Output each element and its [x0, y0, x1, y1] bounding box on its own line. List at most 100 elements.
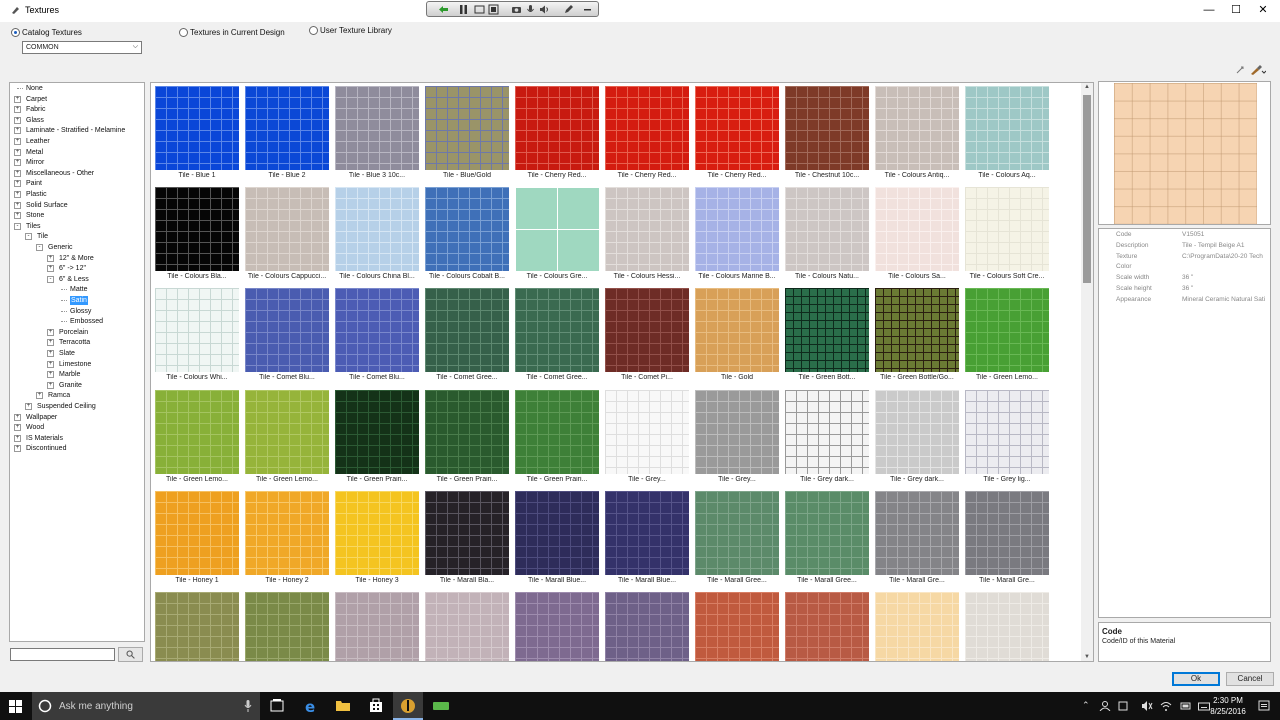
cancel-button[interactable]: Cancel — [1226, 672, 1274, 686]
camera-icon[interactable] — [511, 4, 522, 15]
tree-item[interactable]: Porcelain — [59, 328, 88, 337]
texture-swatch[interactable] — [785, 490, 869, 575]
texture-swatch[interactable] — [155, 592, 239, 661]
tree-item[interactable]: Ramca — [48, 391, 70, 400]
tree-item[interactable]: None — [26, 84, 43, 93]
collapse-minus-icon[interactable]: - — [36, 244, 43, 251]
scroll-up-icon[interactable]: ▲ — [1083, 84, 1091, 90]
expand-plus-icon[interactable]: + — [47, 360, 54, 368]
tree-item[interactable]: 6" -> 12" — [59, 264, 86, 273]
onedrive-icon[interactable] — [1118, 701, 1128, 711]
tree-item[interactable]: Embossed — [70, 317, 103, 326]
texture-swatch[interactable] — [245, 592, 329, 661]
microphone-icon[interactable] — [525, 4, 536, 15]
texture-swatch[interactable] — [425, 187, 509, 272]
texture-tile[interactable]: Tile - Comet Gree... — [422, 286, 510, 386]
texture-tile[interactable]: Tile - Colours Aq... — [962, 84, 1050, 184]
texture-tile[interactable]: Tile - Green Prairi... — [512, 388, 600, 488]
texture-swatch[interactable] — [785, 592, 869, 661]
texture-swatch[interactable] — [605, 389, 689, 474]
texture-swatch[interactable] — [515, 187, 599, 272]
texture-tile[interactable]: Tile - Colours Hessi... — [602, 185, 690, 285]
texture-swatch[interactable] — [155, 288, 239, 373]
texture-tile[interactable]: Tile - Green Lemo... — [152, 388, 240, 488]
texture-swatch[interactable] — [335, 86, 419, 170]
speaker-icon[interactable] — [539, 4, 550, 15]
texture-swatch[interactable] — [965, 490, 1049, 575]
texture-tile[interactable]: Tile - Colours Sa... — [872, 185, 960, 285]
texture-tile[interactable]: Tile - Colours Cappucci... — [242, 185, 330, 285]
search-button[interactable] — [118, 647, 143, 662]
recorder-app-icon[interactable] — [426, 692, 456, 720]
pen-icon[interactable] — [563, 4, 574, 15]
texture-tile[interactable]: Tile - Green Bott... — [782, 286, 870, 386]
store-icon[interactable] — [361, 692, 391, 720]
expand-plus-icon[interactable]: + — [25, 403, 32, 410]
wifi-icon[interactable] — [1160, 701, 1172, 711]
texture-tile[interactable] — [152, 590, 240, 661]
tree-item[interactable]: Paint — [26, 179, 42, 188]
texture-swatch[interactable] — [245, 187, 329, 272]
expand-plus-icon[interactable]: + — [14, 127, 21, 135]
expand-plus-icon[interactable]: + — [47, 371, 54, 379]
property-row[interactable]: Appearance Mineral Ceramic Natural Sati — [1099, 295, 1270, 306]
expand-plus-icon[interactable]: + — [14, 413, 21, 421]
property-row[interactable]: Description Tile - Tempil Beige A1 — [1099, 241, 1270, 252]
texture-swatch[interactable] — [965, 592, 1049, 661]
tray-overflow-icon[interactable]: ⌃ — [1082, 700, 1090, 711]
texture-tile[interactable] — [242, 590, 330, 661]
expand-plus-icon[interactable]: + — [14, 169, 21, 177]
texture-tile[interactable]: Tile - Grey dark... — [872, 388, 960, 488]
expand-plus-icon[interactable]: + — [14, 191, 21, 198]
tree-item[interactable]: Marble — [59, 370, 80, 379]
texture-swatch[interactable] — [515, 389, 599, 474]
tree-item[interactable]: Granite — [59, 381, 82, 390]
texture-swatch[interactable] — [515, 86, 599, 170]
texture-swatch[interactable] — [965, 288, 1049, 373]
ok-button[interactable]: Ok — [1172, 672, 1220, 686]
microphone-icon[interactable] — [244, 700, 252, 712]
back-arrow-icon[interactable] — [438, 4, 449, 15]
texture-swatch[interactable] — [605, 187, 689, 272]
region-icon[interactable] — [488, 4, 499, 15]
texture-swatch[interactable] — [245, 490, 329, 575]
tree-item[interactable]: Glass — [26, 116, 44, 125]
expand-plus-icon[interactable]: + — [47, 328, 54, 336]
expand-plus-icon[interactable]: + — [14, 424, 21, 432]
texture-swatch[interactable] — [605, 288, 689, 373]
texture-swatch[interactable] — [425, 592, 509, 661]
texture-swatch[interactable] — [605, 490, 689, 575]
expand-plus-icon[interactable]: + — [14, 445, 21, 453]
texture-swatch[interactable] — [875, 86, 959, 170]
texture-tile[interactable] — [962, 590, 1050, 661]
texture-tile[interactable] — [692, 590, 780, 661]
texture-swatch[interactable] — [875, 592, 959, 661]
tree-item[interactable]: Tiles — [26, 222, 41, 231]
texture-tile[interactable]: Tile - Marall Bla... — [422, 489, 510, 589]
tree-item[interactable]: Terracotta — [59, 338, 90, 347]
texture-tile[interactable] — [602, 590, 690, 661]
tree-item[interactable]: Discontinued — [26, 444, 66, 453]
expand-plus-icon[interactable]: + — [47, 254, 54, 262]
property-row[interactable]: Code V15051 — [1099, 230, 1270, 241]
texture-tile[interactable]: Tile - Colours Whi... — [152, 286, 240, 386]
tree-item[interactable]: Wood — [26, 423, 44, 432]
texture-tile[interactable]: Tile - Blue/Gold — [422, 84, 510, 184]
tree-item[interactable]: Solid Surface — [26, 201, 68, 210]
texture-swatch[interactable] — [155, 490, 239, 575]
texture-swatch[interactable] — [785, 86, 869, 170]
texture-swatch[interactable] — [785, 187, 869, 272]
texture-swatch[interactable] — [875, 490, 959, 575]
texture-tile[interactable]: Tile - Colours Cobalt B... — [422, 185, 510, 285]
tree-item[interactable]: Metal — [26, 148, 43, 157]
texture-tile[interactable]: Tile - Green Lemo... — [962, 286, 1050, 386]
texture-swatch[interactable] — [695, 187, 779, 272]
texture-tile[interactable]: Tile - Comet Pi... — [602, 286, 690, 386]
scrollbar-thumb[interactable] — [1083, 95, 1091, 283]
texture-swatch[interactable] — [875, 187, 959, 272]
texture-swatch[interactable] — [335, 187, 419, 272]
texture-tile[interactable]: Tile - Green Lemo... — [242, 388, 330, 488]
texture-tile[interactable]: Tile - Honey 1 — [152, 489, 240, 589]
system-clock[interactable]: 2:30 PM 8/25/2016 — [1206, 695, 1250, 717]
scale-icon[interactable] — [1236, 66, 1245, 75]
